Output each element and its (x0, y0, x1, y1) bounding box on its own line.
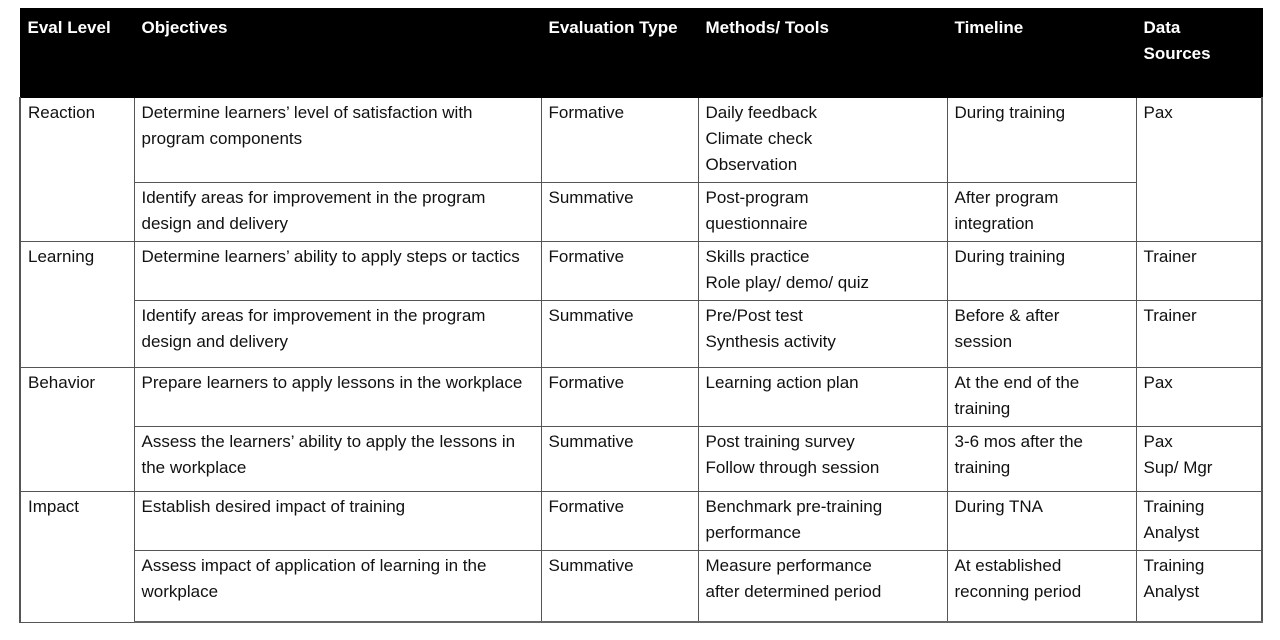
sources-cell: Training Analyst (1135, 491, 1263, 551)
methods-cell: Pre/Post test Synthesis activity (697, 300, 948, 368)
timeline-cell: During TNA (946, 491, 1137, 551)
type-cell: Formative (540, 367, 699, 427)
table-row: Reaction Determine learners’ level of sa… (19, 97, 1263, 242)
table-row: Assess impact of application of learning… (20, 550, 1263, 623)
sources-cell: Training Analyst (1135, 550, 1263, 623)
table-row: Impact Establish desired impact of train… (19, 491, 1263, 623)
objective-cell: Assess impact of application of learning… (133, 550, 542, 623)
timeline-cell: During training (946, 241, 1137, 301)
sources-cell: Trainer (1135, 241, 1263, 301)
type-cell: Formative (540, 97, 699, 183)
header-methods-tools: Methods/ Tools (697, 8, 948, 98)
timeline-cell: At the end of the training (946, 367, 1137, 427)
header-timeline: Timeline (946, 8, 1137, 98)
eval-level-cell: Impact (19, 491, 135, 623)
timeline-cell: Before & after session (946, 300, 1137, 368)
evaluation-plan-table: Eval Level Objectives Evaluation Type Me… (19, 8, 1263, 623)
sources-cell: Pax Sup/ Mgr (1135, 426, 1263, 492)
timeline-cell: 3-6 mos after the training (946, 426, 1137, 492)
header-row: Eval Level Objectives Evaluation Type Me… (19, 8, 1263, 98)
methods-cell: Skills practice Role play/ demo/ quiz (697, 241, 948, 301)
eval-level-cell: Learning (19, 241, 135, 368)
type-cell: Summative (540, 182, 699, 242)
timeline-cell: During training (946, 97, 1137, 183)
objective-cell: Identify areas for improvement in the pr… (133, 300, 542, 368)
objective-cell: Identify areas for improvement in the pr… (133, 182, 542, 242)
methods-cell: Benchmark pre-training performance (697, 491, 948, 551)
type-cell: Summative (540, 550, 699, 623)
objective-cell: Determine learners’ ability to apply ste… (133, 241, 542, 301)
objective-cell: Determine learners’ level of satisfactio… (133, 97, 542, 183)
sources-cell: Pax (1135, 97, 1263, 242)
methods-cell: Post training survey Follow through sess… (697, 426, 948, 492)
methods-cell: Daily feedback Climate check Observation (697, 97, 948, 183)
header-evaluation-type: Evaluation Type (540, 8, 699, 98)
methods-cell: Post-program questionnaire (697, 182, 948, 242)
eval-level-cell: Reaction (19, 97, 135, 242)
timeline-cell: After program integration (946, 182, 1137, 242)
methods-cell: Measure performance after determined per… (697, 550, 948, 623)
table-row: Identify areas for improvement in the pr… (20, 300, 1263, 368)
type-cell: Formative (540, 241, 699, 301)
methods-cell: Learning action plan (697, 367, 948, 427)
table-row: Learning Determine learners’ ability to … (19, 241, 1263, 368)
table-row: Behavior Prepare learners to apply lesso… (19, 367, 1263, 492)
objective-cell: Prepare learners to apply lessons in the… (133, 367, 542, 427)
table-row: Identify areas for improvement in the pr… (20, 182, 1262, 242)
timeline-cell: At established reconning period (946, 550, 1137, 623)
eval-level-cell: Behavior (19, 367, 135, 492)
type-cell: Formative (540, 491, 699, 551)
type-cell: Summative (540, 426, 699, 492)
header-data-sources: Data Sources (1135, 8, 1263, 98)
header-objectives: Objectives (133, 8, 542, 98)
type-cell: Summative (540, 300, 699, 368)
sources-cell: Trainer (1135, 300, 1263, 368)
table-row: Assess the learners’ ability to apply th… (20, 426, 1263, 492)
objective-cell: Establish desired impact of training (133, 491, 542, 551)
sources-cell: Pax (1135, 367, 1263, 427)
header-eval-level: Eval Level (19, 8, 135, 98)
objective-cell: Assess the learners’ ability to apply th… (133, 426, 542, 492)
